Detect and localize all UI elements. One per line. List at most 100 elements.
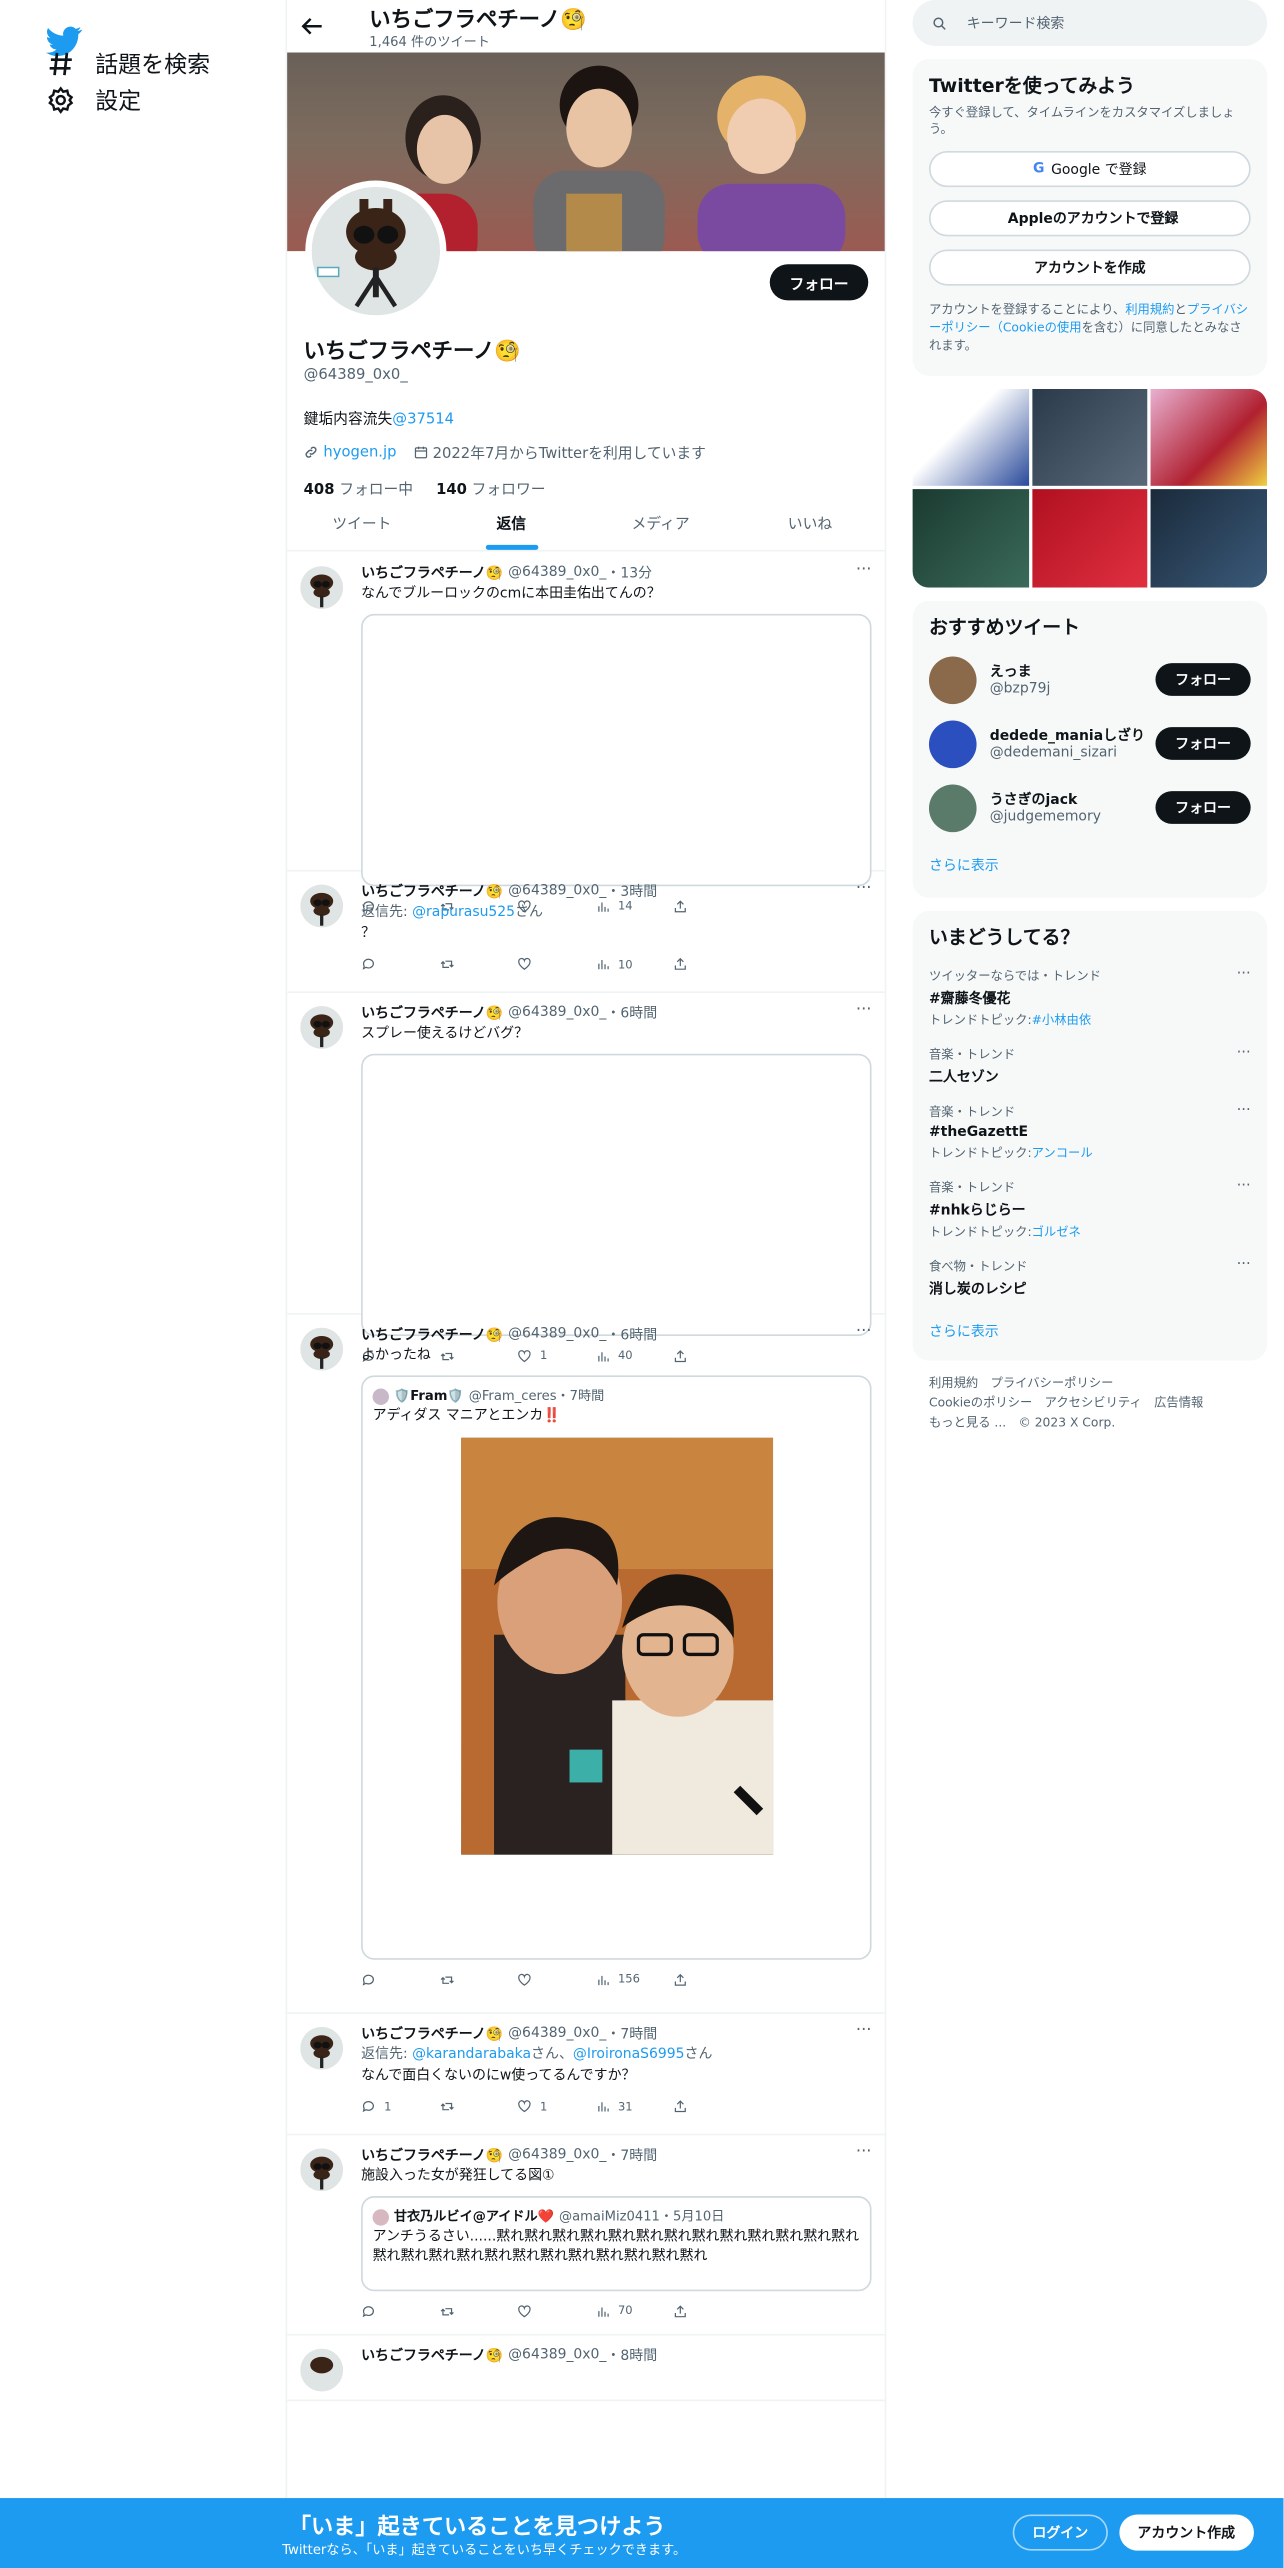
quoted-tweet[interactable]: 甘衣乃ルビイ@アイドル❤️ @amaiMiz0411 ・5月10日 アンチうるさい.… [361,2196,872,2293]
trend-topic-link[interactable]: ゴルゼネ [1032,1224,1081,1239]
tweet-author-name[interactable]: いちごフラペチーノ🧐 [361,563,503,582]
tweet[interactable]: いちごフラペチーノ🧐 @64389_0x0_ ・8時間 [287,2336,885,2402]
search-input[interactable]: キーワード検索 [967,13,1065,32]
followers-link[interactable]: 140 フォロワー [436,478,545,499]
suggestion-item[interactable]: dedede_maniaしざり @dedemani_sizari フォロー [928,720,1251,768]
reply-to-link[interactable]: @karandarabaka [412,2047,531,2063]
like-button[interactable] [517,958,583,973]
footer-ads-link[interactable]: 広告情報 [1154,1395,1203,1410]
reply-to-link[interactable]: @rapurasu525 [412,904,515,920]
tweet-media[interactable] [361,614,872,888]
tab-tweets[interactable]: ツイート [287,502,436,550]
more-icon[interactable]: ··· [1237,967,1251,983]
suggestion-avatar[interactable] [928,656,977,704]
more-icon[interactable]: ··· [856,880,872,898]
tweet-avatar[interactable] [300,2027,344,2070]
share-button[interactable] [673,2100,739,2115]
like-button[interactable]: 1 [517,2100,583,2115]
suggestion-item[interactable]: うさぎのjack @judgememory フォロー [928,784,1251,832]
suggestions-show-more[interactable]: さらに表示 [929,855,1251,874]
tweet[interactable]: いちごフラペチーノ🧐 @64389_0x0_ ・3時間 ··· 返信先: @rapu… [287,872,885,993]
cookie-link[interactable]: （Cookieの使用 [991,320,1082,335]
profile-avatar[interactable] [305,180,447,322]
profile-follow-button[interactable]: フォロー [769,264,869,301]
tweet-author-name[interactable]: いちごフラペチーノ🧐 [361,1003,503,1022]
more-icon[interactable]: ··· [856,1001,872,1019]
tweet-avatar[interactable] [300,2348,344,2392]
trend-item[interactable]: 食べ物・トレンド 消し炭のレシピ ··· [929,1257,1251,1298]
tweet-avatar[interactable] [300,1327,344,1371]
tab-media[interactable]: メディア [586,502,735,550]
trend-topic-link[interactable]: アンコール [1032,1145,1093,1160]
more-icon[interactable]: ··· [856,1323,872,1341]
tweet-time[interactable]: ・7時間 [606,2024,657,2043]
quoted-tweet[interactable]: 🛡️Fram🛡️ @Fram_ceres ・7時間 アディダス マニアとエンカ‼️ [361,1376,872,1961]
signup-button[interactable]: アカウント作成 [1119,2514,1254,2551]
tweet-avatar[interactable] [300,2148,344,2192]
tweet-avatar[interactable] [300,1006,344,1049]
retweet-button[interactable] [439,2304,505,2319]
suggestion-avatar[interactable] [928,720,977,768]
trends-show-more[interactable]: さらに表示 [929,1321,1251,1340]
login-button[interactable]: ログイン [1012,2514,1108,2551]
like-button[interactable] [517,2304,583,2319]
reply-button[interactable] [361,958,427,973]
search-bar[interactable]: キーワード検索 [912,0,1268,46]
reply-button[interactable] [361,1973,427,1988]
media-thumb[interactable] [912,388,1029,487]
views-button[interactable]: 10 [595,958,661,973]
tweet[interactable]: いちごフラペチーノ🧐 @64389_0x0_ ・7時間 ··· 返信先: @kara… [287,2014,885,2136]
trend-item[interactable]: ツイッターならでは・トレンド #齋藤冬優花 トレンドトピック:#小林由依 ··· [929,967,1251,1029]
terms-link[interactable]: 利用規約 [1125,302,1174,317]
suggestion-follow-button[interactable]: フォロー [1155,663,1251,697]
tweet-author-name[interactable]: いちごフラペチーノ🧐 [361,2024,503,2043]
tweet-author-handle[interactable]: @64389_0x0_ [508,1004,606,1020]
trend-item[interactable]: 音楽・トレンド #theGazettE トレンドトピック:アンコール ··· [929,1103,1251,1162]
footer-terms-link[interactable]: 利用規約 [929,1375,978,1390]
tweet-author-handle[interactable]: @64389_0x0_ [508,1326,606,1342]
suggestion-item[interactable]: えっま @bzp79j フォロー [928,656,1251,704]
quoted-photo[interactable] [460,1437,773,1855]
bio-mention-link[interactable]: @37514 [392,412,454,428]
back-arrow-icon[interactable] [297,11,327,41]
share-button[interactable] [673,2304,739,2319]
tweet-time[interactable]: ・13分 [606,563,652,582]
retweet-button[interactable] [439,958,505,973]
more-icon[interactable]: ··· [856,561,872,579]
more-icon[interactable]: ··· [856,2022,872,2040]
reply-to-link-2[interactable]: @IroironaS6995 [573,2047,685,2063]
tab-likes[interactable]: いいね [735,502,884,550]
media-thumb[interactable] [1151,388,1268,487]
google-signup-button[interactable]: G Google で登録 [928,151,1251,188]
tweet[interactable]: いちごフラペチーノ🧐 @64389_0x0_ ・6時間 ··· よかったね 🛡️Fr… [287,1315,885,2014]
tweet-author-name[interactable]: いちごフラペチーノ🧐 [361,2345,503,2365]
apple-signup-button[interactable]: Appleのアカウントで登録 [928,200,1251,237]
suggestion-follow-button[interactable]: フォロー [1155,727,1251,761]
footer-cookie-link[interactable]: Cookieのポリシー [929,1395,1032,1410]
retweet-button[interactable] [439,2100,505,2115]
like-button[interactable] [517,1973,583,1988]
more-icon[interactable]: ··· [1237,1045,1251,1061]
retweet-button[interactable] [439,1973,505,1988]
tab-replies[interactable]: 返信 [437,502,586,550]
tweet[interactable]: いちごフラペチーノ🧐 @64389_0x0_ ・13分 ··· なんでブルーロックの… [287,553,885,913]
tweet-author-handle[interactable]: @64389_0x0_ [508,2147,606,2163]
tweet-avatar[interactable] [300,566,344,609]
media-thumb[interactable] [1031,489,1148,588]
reply-button[interactable]: 1 [361,2100,427,2115]
tweet-author-handle[interactable]: @64389_0x0_ [508,2347,606,2363]
trend-item[interactable]: 音楽・トレンド 二人セゾン ··· [929,1045,1251,1086]
share-button[interactable] [673,1973,739,1988]
tweet-avatar[interactable] [300,884,344,928]
tweet[interactable]: いちごフラペチーノ🧐 @64389_0x0_ ・6時間 ··· スプレー使えるけどバ… [287,993,885,1363]
suggestion-follow-button[interactable]: フォロー [1155,791,1251,825]
tweet-author-name[interactable]: いちごフラペチーノ🧐 [361,2145,503,2164]
views-button[interactable]: 156 [595,1973,661,1988]
tweet[interactable]: いちごフラペチーノ🧐 @64389_0x0_ ・7時間 ··· 施設入った女が発狂し… [287,2135,885,2336]
tweet-time[interactable]: ・6時間 [606,1003,657,1022]
nav-settings[interactable]: 設定 [46,75,141,124]
tweet-time[interactable]: ・8時間 [606,2345,657,2365]
footer-privacy-link[interactable]: プライバシーポリシー [991,1375,1114,1390]
trend-item[interactable]: 音楽・トレンド #nhkらじらー トレンドトピック:ゴルゼネ ··· [929,1178,1251,1240]
more-icon[interactable]: ··· [1237,1103,1251,1119]
